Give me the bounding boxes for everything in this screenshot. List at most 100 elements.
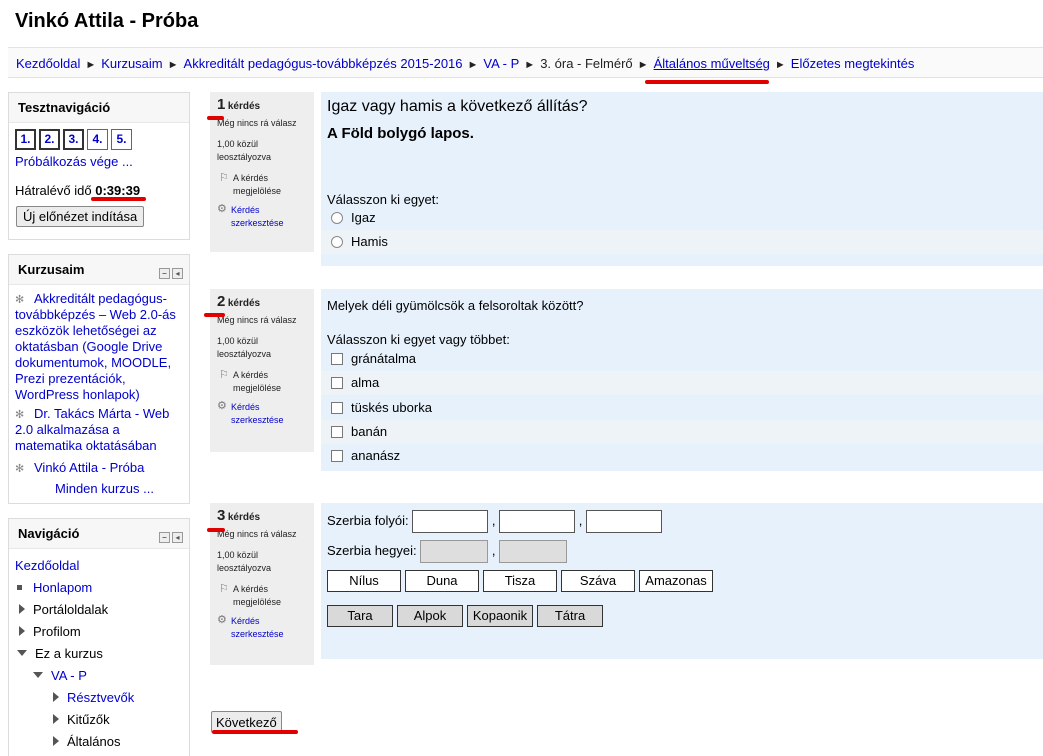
collapse-icon[interactable]: – — [159, 532, 170, 543]
gear-icon: ⚙ — [217, 614, 227, 626]
gear-icon: ⚙ — [217, 203, 227, 215]
drag-item-mountain[interactable]: Tátra — [537, 605, 603, 627]
course-link[interactable]: Dr. Takács Márta - Web 2.0 alkalmazása a… — [15, 406, 169, 453]
answer-prompt: Válasszon ki egyet: — [327, 192, 440, 207]
question-button-3[interactable]: 3. — [63, 129, 84, 150]
collapse-down-icon — [17, 650, 27, 656]
comma: , — [578, 512, 583, 528]
navigation-header: Navigáció – ◂ — [9, 519, 189, 549]
course-item: ✻ Dr. Takács Márta - Web 2.0 alkalmazása … — [15, 406, 187, 454]
drop-zone[interactable] — [412, 510, 489, 533]
nav-item-label: Profilom — [33, 624, 81, 639]
answer-option[interactable]: Hamis — [321, 230, 1043, 254]
nav-item-profile[interactable]: Profilom — [19, 624, 81, 639]
quiz-navigation-title: Tesztnavigáció — [9, 93, 189, 123]
drop-zone[interactable] — [586, 510, 663, 533]
nav-item-this-course[interactable]: Ez a kurzus — [17, 646, 103, 661]
breadcrumb-short-course[interactable]: VA - P — [483, 56, 519, 71]
radio-button[interactable] — [331, 236, 343, 248]
edit-question-link[interactable]: Kérdés szerkesztése — [231, 402, 284, 425]
rivers-row: Szerbia folyói: , , — [327, 510, 663, 533]
answer-option[interactable]: tüskés uborka — [321, 396, 1043, 420]
nav-item-label[interactable]: Honlapom — [33, 580, 92, 595]
question-1-info: 1 kérdés Még nincs rá válasz 1,00 közül … — [210, 92, 314, 252]
drop-zone[interactable] — [499, 510, 576, 533]
course-link[interactable]: Vinkó Attila - Próba — [34, 460, 144, 475]
question-button-4[interactable]: 4. — [87, 129, 108, 150]
flag-label: A kérdés megjelölése — [233, 370, 282, 393]
site-title: Vinkó Attila - Próba — [15, 10, 199, 32]
course-item: ✻ Akkreditált pedagógus-továbbképzés – We… — [15, 291, 187, 403]
breadcrumb-separator: ► — [467, 59, 479, 71]
checkbox[interactable] — [331, 353, 343, 365]
my-courses-header: Kurzusaim – ◂ — [9, 255, 189, 285]
new-preview-button[interactable]: Új előnézet indítása — [16, 206, 145, 227]
question-2-content: Melyek déli gyümölcsök a felsoroltak köz… — [321, 289, 1043, 471]
flag-question[interactable]: ⚐ A kérdés megjelölése — [217, 172, 308, 198]
all-courses-link[interactable]: Minden kurzus ... — [55, 481, 154, 497]
question-number: 2 — [217, 293, 226, 310]
finish-attempt-link[interactable]: Próbálkozás vége ... — [15, 154, 133, 169]
flag-question[interactable]: ⚐ A kérdés megjelölése — [217, 583, 308, 609]
breadcrumb-section: 3. óra - Felmérő — [540, 56, 633, 71]
drag-item-mountain[interactable]: Alpok — [397, 605, 463, 627]
time-left-label: Hátralévő idő — [15, 183, 92, 198]
dock-icon[interactable]: ◂ — [172, 268, 183, 279]
nav-item-label[interactable]: VA - P — [51, 668, 87, 683]
edit-question-link[interactable]: Kérdés szerkesztése — [231, 616, 284, 639]
radio-button[interactable] — [331, 212, 343, 224]
dock-icon[interactable]: ◂ — [172, 532, 183, 543]
answer-option[interactable]: alma — [321, 371, 1043, 395]
edit-question: ⚙ Kérdés szerkesztése — [217, 614, 308, 641]
course-link[interactable]: Akkreditált pedagógus-továbbképzés – Web… — [15, 291, 176, 402]
question-button-2[interactable]: 2. — [39, 129, 60, 150]
edit-question-link[interactable]: Kérdés szerkesztése — [231, 205, 284, 228]
question-1-text: Igaz vagy hamis a következő állítás? — [327, 98, 588, 115]
drag-item-river[interactable]: Tisza — [483, 570, 557, 592]
drag-item-river[interactable]: Duna — [405, 570, 479, 592]
option-label: ananász — [351, 448, 401, 463]
answer-option[interactable]: gránátalma — [321, 347, 1043, 371]
navigation-title: Navigáció — [18, 526, 80, 541]
nav-item-label: Kitűzők — [67, 712, 110, 727]
question-button-5[interactable]: 5. — [111, 129, 132, 150]
breadcrumb-my-courses[interactable]: Kurzusaim — [101, 56, 162, 71]
gear-icon: ⚙ — [217, 400, 227, 412]
time-left: Hátralévő idő 0:39:39 — [15, 183, 140, 198]
breadcrumb-course[interactable]: Akkreditált pedagógus-továbbképzés 2015-… — [184, 56, 463, 71]
flag-icon: ⚐ — [219, 172, 229, 184]
breadcrumb-home[interactable]: Kezdőoldal — [16, 56, 80, 71]
option-label: Igaz — [351, 210, 376, 225]
drag-item-mountain[interactable]: Kopaonik — [467, 605, 533, 627]
checkbox[interactable] — [331, 402, 343, 414]
flag-label: A kérdés megjelölése — [233, 584, 282, 607]
nav-item-site-pages[interactable]: Portáloldalak — [19, 602, 108, 617]
drag-item-river[interactable]: Nílus — [327, 570, 401, 592]
question-2-text: Melyek déli gyümölcsök a felsoroltak köz… — [327, 298, 584, 313]
collapse-icon[interactable]: – — [159, 268, 170, 279]
breadcrumb-preview[interactable]: Előzetes megtekintés — [791, 56, 915, 71]
drag-item-river[interactable]: Amazonas — [639, 570, 713, 592]
drop-zone[interactable] — [420, 540, 489, 563]
question-button-1[interactable]: 1. — [15, 129, 36, 150]
drag-item-river[interactable]: Száva — [561, 570, 635, 592]
nav-item-badges[interactable]: Kitűzők — [53, 712, 110, 727]
checkbox[interactable] — [331, 377, 343, 389]
flag-question[interactable]: ⚐ A kérdés megjelölése — [217, 369, 308, 395]
course-icon: ✻ — [15, 409, 25, 421]
checkbox[interactable] — [331, 426, 343, 438]
answer-option[interactable]: ananász — [321, 444, 1043, 468]
drag-item-mountain[interactable]: Tara — [327, 605, 393, 627]
nav-item-label[interactable]: Résztvevők — [67, 690, 134, 705]
question-grade: 1,00 közül leosztályozva — [217, 139, 272, 162]
drop-zone[interactable] — [499, 540, 568, 563]
question-1-content: Igaz vagy hamis a következő állítás? A F… — [321, 92, 1043, 266]
nav-home[interactable]: Kezdőoldal — [15, 558, 79, 573]
nav-item-general[interactable]: Általános — [53, 734, 120, 749]
answer-option[interactable]: banán — [321, 420, 1043, 444]
question-2-info: 2 kérdés Még nincs rá válasz 1,00 közül … — [210, 289, 314, 452]
checkbox[interactable] — [331, 450, 343, 462]
time-left-value: 0:39:39 — [95, 183, 141, 198]
answer-option[interactable]: Igaz — [321, 206, 1043, 230]
breadcrumb-quiz[interactable]: Általános műveltség — [654, 56, 770, 71]
